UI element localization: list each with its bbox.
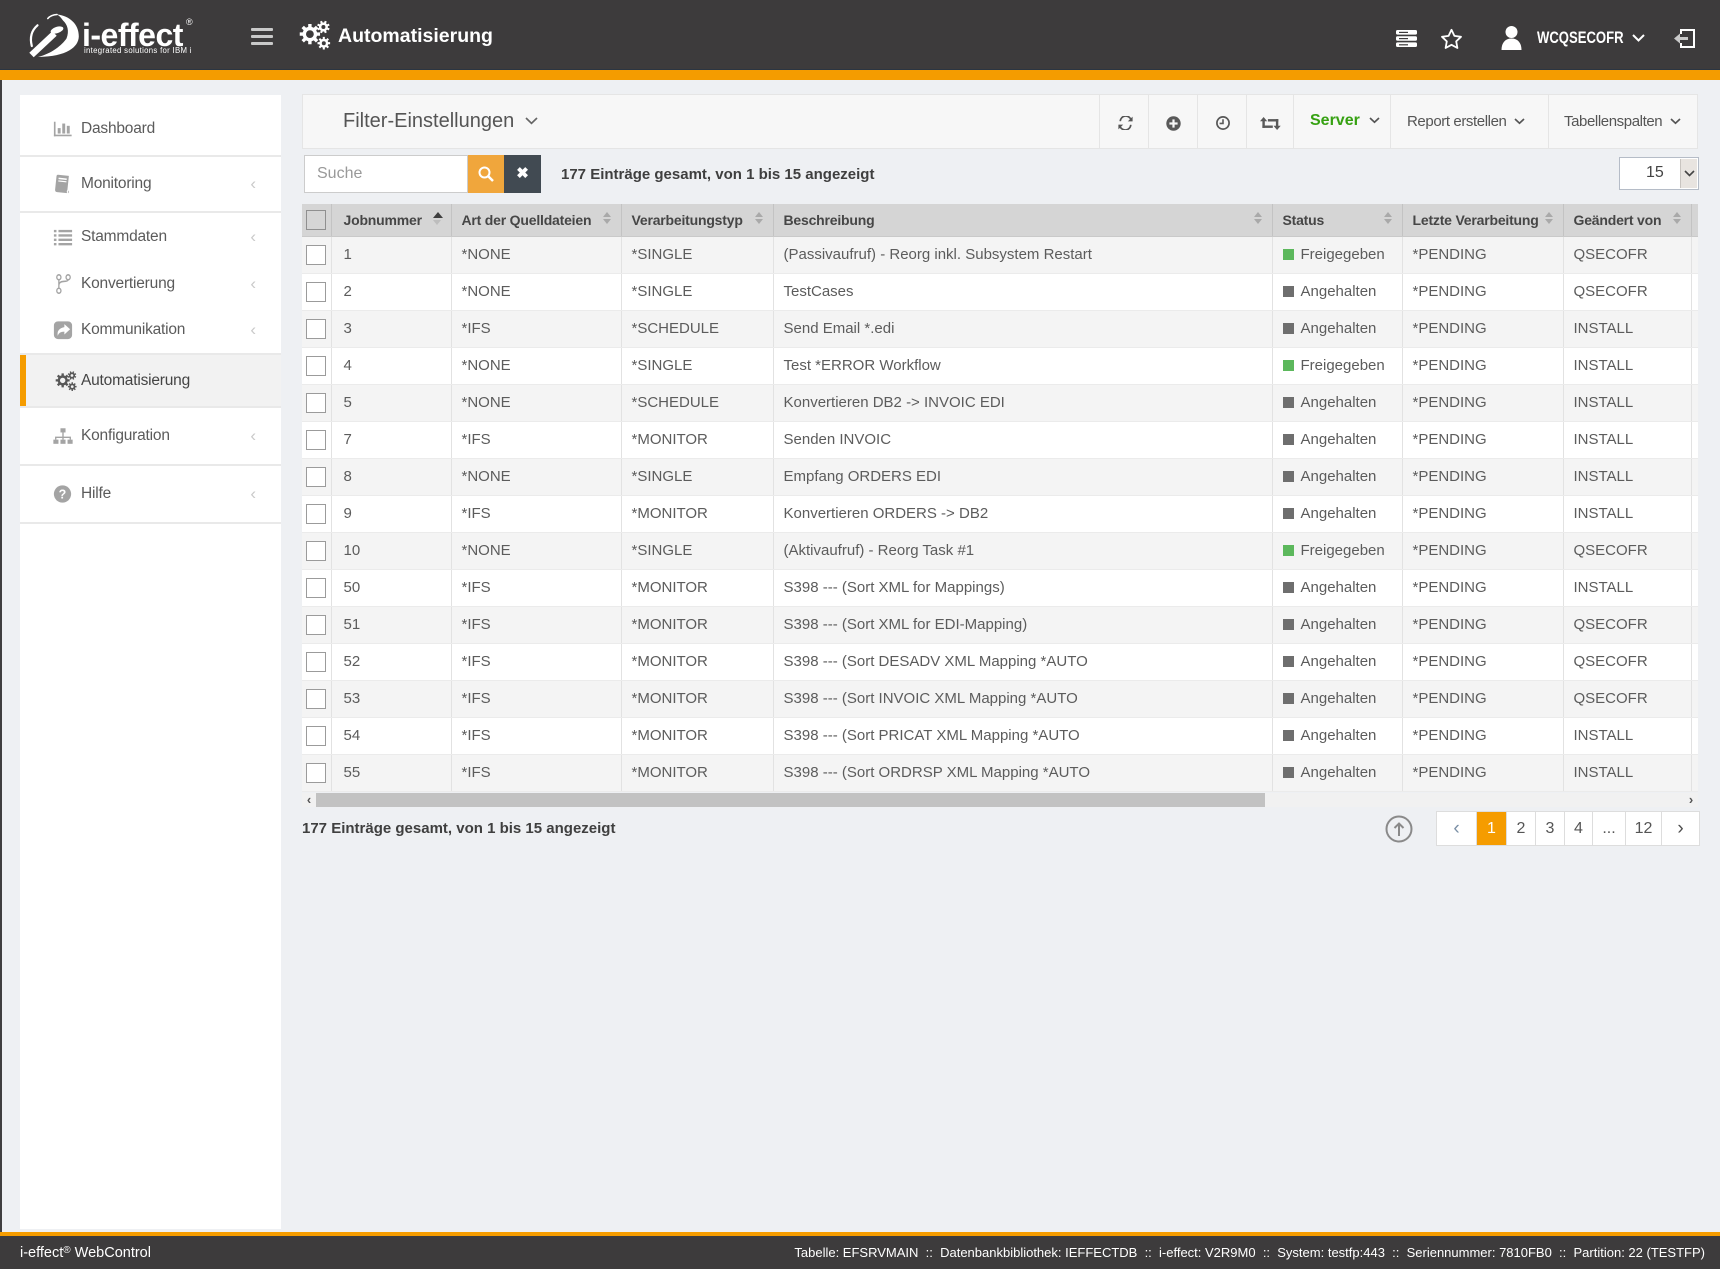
svg-text:?: ?	[59, 487, 67, 501]
